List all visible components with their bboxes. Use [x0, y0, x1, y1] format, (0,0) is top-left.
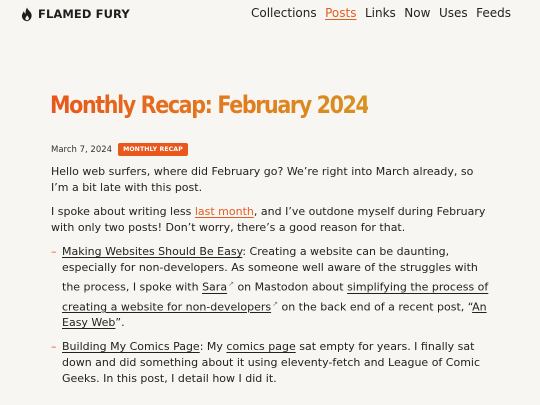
- site-header: FLAMED FURY Collections Posts Links Now …: [0, 0, 540, 30]
- comics-post-link[interactable]: Building My Comics Page: [62, 340, 200, 353]
- nav-feeds[interactable]: Feeds: [476, 6, 511, 20]
- last-month-link[interactable]: last month: [195, 205, 254, 218]
- paragraph-writing: I spoke about writing less last month, a…: [51, 204, 491, 236]
- paragraph-intro: Hello web surfers, where did February go…: [51, 165, 474, 194]
- post-content: Hello web surfers, where did February go…: [51, 164, 491, 395]
- post-list: Making Websites Should Be Easy: Creating…: [51, 244, 491, 387]
- tag-badge[interactable]: MONTHLY RECAP: [118, 143, 188, 156]
- text: I spoke about writing less: [51, 205, 195, 218]
- sara-link[interactable]: Sara: [202, 281, 227, 294]
- nav-links[interactable]: Links: [365, 6, 396, 20]
- nav-uses[interactable]: Uses: [439, 6, 468, 20]
- list-item: Making Websites Should Be Easy: Creating…: [51, 244, 491, 331]
- making-websites-link[interactable]: Making Websites Should Be Easy: [62, 245, 242, 258]
- flame-icon: [21, 7, 32, 21]
- main-nav: Collections Posts Links Now Uses Feeds: [251, 6, 511, 20]
- text: on the back end of a recent post, “: [277, 300, 473, 314]
- text: on Mastodon about: [233, 280, 348, 294]
- list-item: Building My Comics Page: My comics page …: [51, 339, 491, 387]
- post-date: March 7, 2024: [51, 144, 113, 155]
- text: ”.: [115, 316, 125, 330]
- nav-now[interactable]: Now: [404, 6, 430, 20]
- post-title: Monthly Recap: February 2024: [50, 91, 370, 119]
- post-meta: March 7, 2024 MONTHLY RECAP: [51, 143, 188, 156]
- site-logo[interactable]: FLAMED FURY: [20, 6, 130, 22]
- site-name: FLAMED FURY: [38, 7, 130, 21]
- nav-collections[interactable]: Collections: [251, 6, 317, 20]
- nav-posts[interactable]: Posts: [325, 6, 356, 20]
- text: : My: [199, 340, 227, 354]
- comics-page-link[interactable]: comics page: [226, 340, 295, 353]
